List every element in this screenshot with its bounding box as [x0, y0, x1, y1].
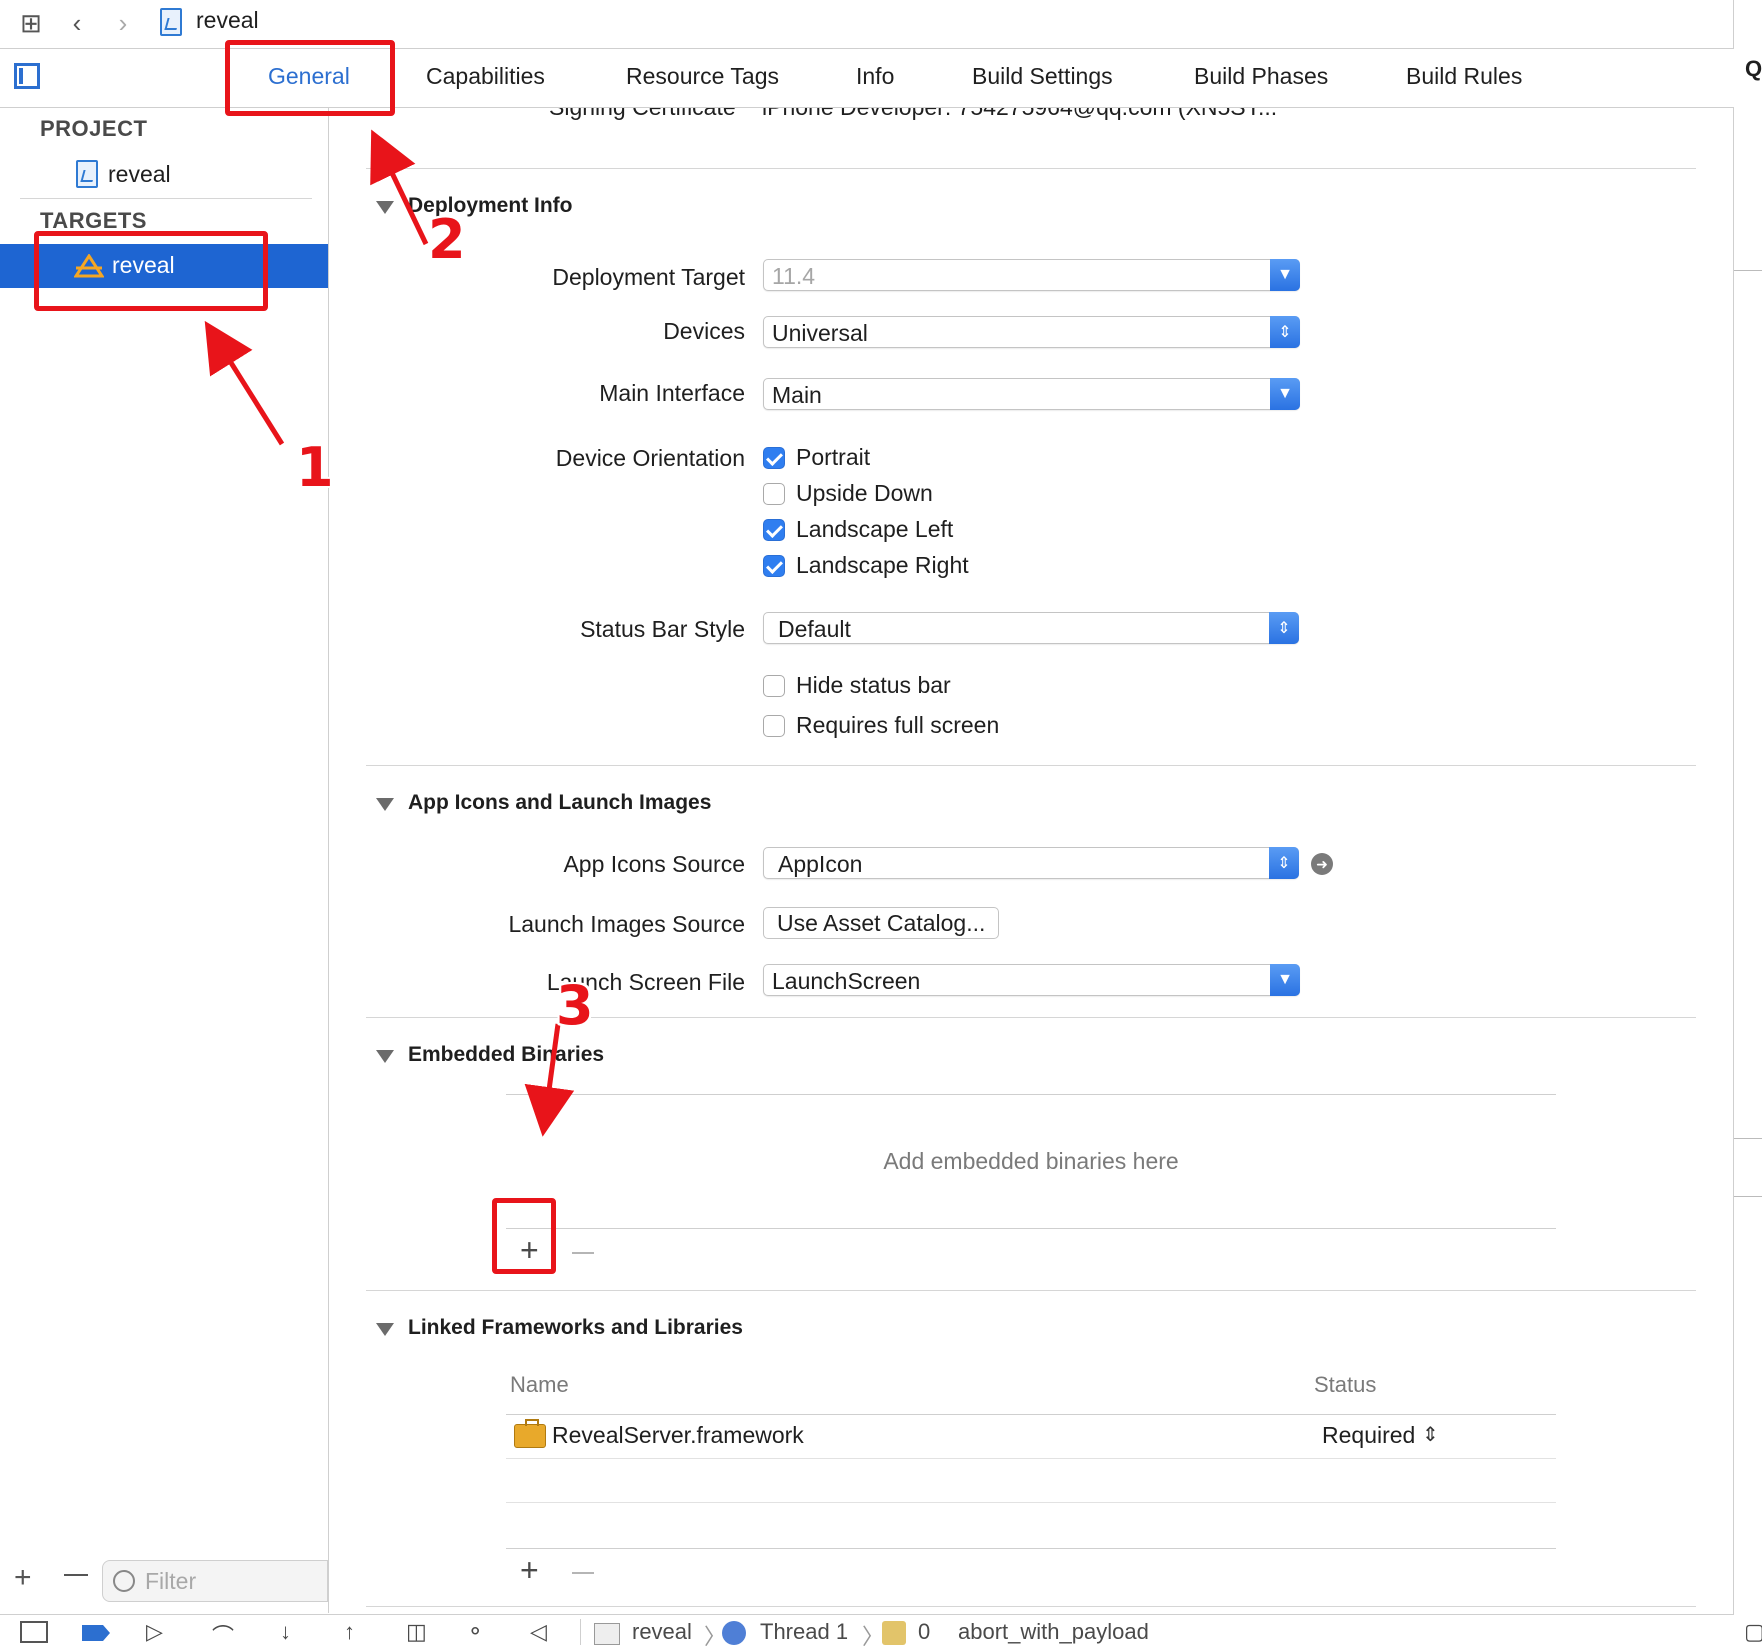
annotation-number-3: 3: [556, 974, 594, 1037]
annotation-arrow-1: [204, 320, 285, 446]
annotation-arrow-3: [524, 1023, 575, 1137]
annotation-arrows: [204, 129, 575, 1137]
annotation-arrow-2: [370, 129, 429, 246]
annotation-number-2: 2: [428, 208, 466, 271]
annotation-number-1: 1: [296, 436, 334, 499]
